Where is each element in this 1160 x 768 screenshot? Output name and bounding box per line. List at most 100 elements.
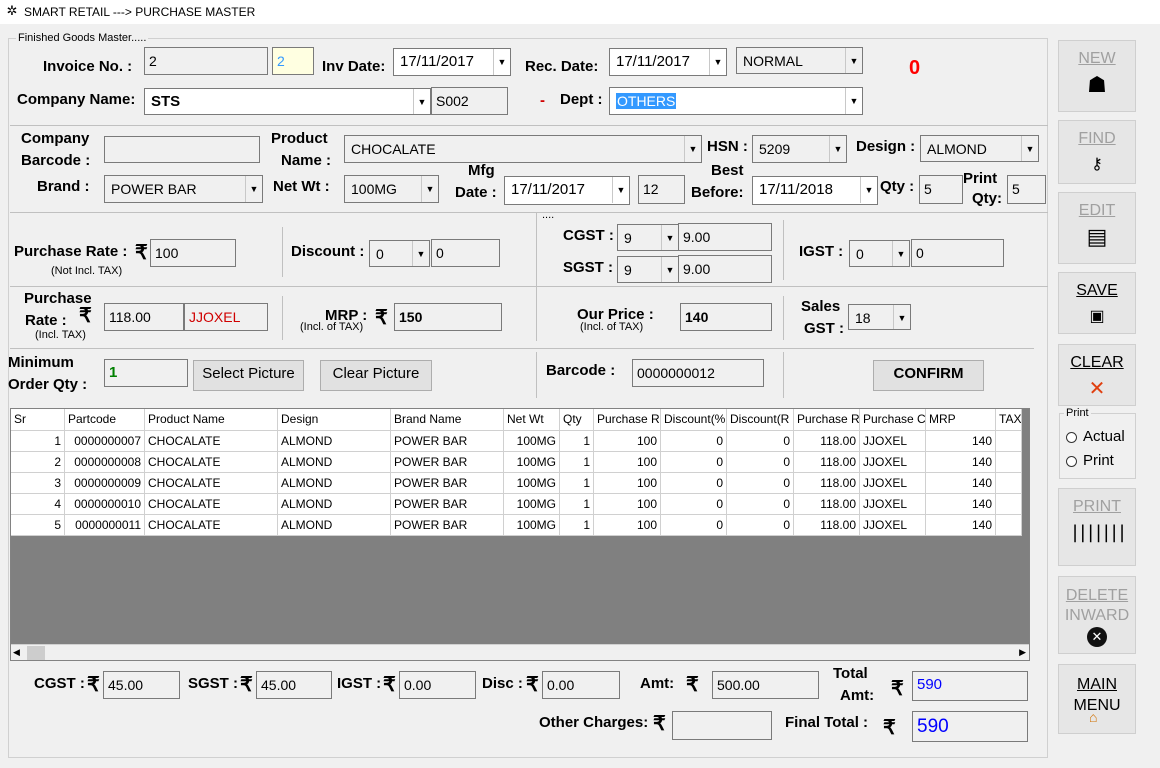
print-button[interactable]: PRINT ||||||| — [1058, 488, 1136, 566]
scroll-left-icon[interactable]: ◀ — [13, 647, 20, 658]
column-header[interactable]: Sr — [11, 409, 65, 431]
print-qty-field[interactable]: 5 — [1007, 175, 1046, 204]
cgst-rate-select[interactable]: 9 ▼ — [617, 224, 679, 251]
inv-date-picker[interactable]: 17/11/2017 ▼ — [393, 48, 511, 76]
barcode-field[interactable]: 0000000012 — [632, 359, 764, 387]
find-button[interactable]: FIND ⚷ — [1058, 120, 1136, 184]
table-row[interactable]: 4 0000000010 CHOCALATE ALMOND POWER BAR 100MG… — [11, 494, 1022, 515]
column-header[interactable]: Product Name — [145, 409, 278, 431]
barcode-icon: ||||||| — [1069, 522, 1128, 543]
table-cell: 118.00 — [794, 452, 860, 473]
qty-field[interactable]: 5 — [919, 175, 963, 204]
table-row[interactable]: 3 0000000009 CHOCALATE ALMOND POWER BAR 100MG… — [11, 473, 1022, 494]
mfg-date-picker[interactable]: 17/11/2017 ▼ — [504, 176, 630, 205]
horizontal-scrollbar[interactable]: ◀ ▶ — [11, 644, 1029, 660]
total-igst-field[interactable]: 0.00 — [399, 671, 476, 699]
column-header[interactable]: Partcode — [65, 409, 145, 431]
mrp-field[interactable]: 150 — [394, 303, 502, 331]
design-select[interactable]: ALMOND ▼ — [920, 135, 1039, 162]
mfg-date-label: Date : — [455, 184, 497, 201]
purchase-code-field[interactable]: JJOXEL — [184, 303, 268, 331]
confirm-button[interactable]: CONFIRM — [873, 360, 984, 391]
column-header[interactable]: Purchase R — [594, 409, 661, 431]
final-total-field[interactable]: 590 — [912, 711, 1028, 742]
column-header[interactable]: Discount(R — [727, 409, 794, 431]
hsn-select[interactable]: 5209 ▼ — [752, 135, 847, 163]
invoice-number-field[interactable]: 2 — [144, 47, 268, 75]
clear-picture-button[interactable]: Clear Picture — [320, 360, 432, 391]
edit-button[interactable]: EDIT ▤ — [1058, 192, 1136, 264]
table-cell: 1 — [560, 494, 594, 515]
table-cell: CHOCALATE — [145, 473, 278, 494]
min-order-label: Minimum — [8, 354, 74, 371]
radio-icon — [1066, 455, 1077, 467]
print-radio[interactable]: Print — [1066, 452, 1114, 469]
rec-date-picker[interactable]: 17/11/2017 ▼ — [609, 48, 727, 76]
company-name-value: STS — [151, 93, 181, 110]
company-name-select[interactable]: STS ▼ — [144, 88, 431, 115]
scroll-thumb[interactable] — [27, 646, 45, 660]
table-cell: JJOXEL — [860, 431, 926, 452]
purchase-items-grid[interactable]: Sr Partcode Product Name Design Brand Name Ne… — [10, 408, 1030, 661]
column-header[interactable]: Net Wt — [504, 409, 560, 431]
purchase-rate-field[interactable]: 100 — [150, 239, 236, 267]
purchase-type-select[interactable]: NORMAL ▼ — [736, 47, 863, 74]
product-name-label: Product — [271, 130, 328, 147]
our-price-field[interactable]: 140 — [680, 303, 772, 331]
qty-label: Qty : — [880, 178, 915, 195]
discount-value-field[interactable]: 0 — [431, 239, 500, 267]
igst-value-field[interactable]: 0 — [911, 239, 1004, 267]
table-row[interactable]: 1 0000000007 CHOCALATE ALMOND POWER BAR 100MG… — [11, 431, 1022, 452]
delete-inward-button[interactable]: DELETE INWARD ✕ — [1058, 576, 1136, 654]
total-disc-field[interactable]: 0.00 — [542, 671, 620, 699]
table-row[interactable]: 2 0000000008 CHOCALATE ALMOND POWER BAR 100MG… — [11, 452, 1022, 473]
best-before-picker[interactable]: 17/11/2018 ▼ — [752, 176, 878, 205]
clear-button[interactable]: CLEAR ✕ — [1058, 344, 1136, 406]
product-name-select[interactable]: CHOCALATE ▼ — [344, 135, 702, 163]
igst-rate-select[interactable]: 0 ▼ — [849, 240, 910, 267]
purchase-incl-field[interactable]: 118.00 — [104, 303, 184, 331]
total-cgst-field[interactable]: 45.00 — [103, 671, 180, 699]
shelf-life-months-field[interactable]: 12 — [638, 175, 685, 204]
column-header[interactable]: Qty — [560, 409, 594, 431]
table-cell: 140 — [926, 473, 996, 494]
save-button[interactable]: SAVE ▣ — [1058, 272, 1136, 334]
select-picture-button[interactable]: Select Picture — [193, 360, 304, 391]
final-total-label: Final Total : — [785, 714, 869, 731]
dept-select[interactable]: OTHERS ▼ — [609, 87, 863, 115]
table-cell: 0 — [727, 452, 794, 473]
net-wt-select[interactable]: 100MG ▼ — [344, 175, 439, 203]
chevron-down-icon: ▼ — [493, 49, 510, 75]
column-header[interactable]: Brand Name — [391, 409, 504, 431]
sales-gst-select[interactable]: 18 ▼ — [848, 304, 911, 330]
min-order-field[interactable]: 1 — [104, 359, 188, 387]
total-amt-field[interactable]: 590 — [912, 671, 1028, 701]
scroll-right-icon[interactable]: ▶ — [1019, 647, 1026, 658]
column-header[interactable]: Purchase R — [794, 409, 860, 431]
main-menu-button[interactable]: MAIN MENU ⌂ — [1058, 664, 1136, 734]
company-code-field[interactable]: S002 — [431, 87, 508, 115]
amt-field[interactable]: 500.00 — [712, 671, 819, 699]
invoice-seq-field[interactable]: 2 — [272, 47, 314, 75]
sgst-value-field[interactable]: 9.00 — [678, 255, 772, 283]
total-sgst-field[interactable]: 45.00 — [256, 671, 332, 699]
column-header[interactable]: Design — [278, 409, 391, 431]
table-row[interactable]: 5 0000000011 CHOCALATE ALMOND POWER BAR 100MG… — [11, 515, 1022, 536]
column-header[interactable]: MRP — [926, 409, 996, 431]
new-button[interactable]: NEW ☗ — [1058, 40, 1136, 112]
cgst-value-field[interactable]: 9.00 — [678, 223, 772, 251]
column-header[interactable]: TAX — [996, 409, 1022, 431]
brand-select[interactable]: POWER BAR ▼ — [104, 175, 263, 203]
table-cell: 100MG — [504, 494, 560, 515]
sgst-rate-select[interactable]: 9 ▼ — [617, 256, 679, 283]
design-value: ALMOND — [927, 141, 987, 157]
column-header[interactable]: Purchase C — [860, 409, 926, 431]
actual-radio[interactable]: Actual — [1066, 428, 1125, 445]
discount-type-select[interactable]: 0 ▼ — [369, 240, 430, 267]
chevron-down-icon: ▼ — [661, 225, 678, 250]
chevron-down-icon: ▼ — [893, 305, 910, 329]
column-header[interactable]: Discount(% — [661, 409, 727, 431]
chevron-down-icon: ▼ — [612, 177, 629, 203]
company-barcode-field[interactable] — [104, 136, 260, 163]
other-charges-field[interactable] — [672, 711, 772, 740]
